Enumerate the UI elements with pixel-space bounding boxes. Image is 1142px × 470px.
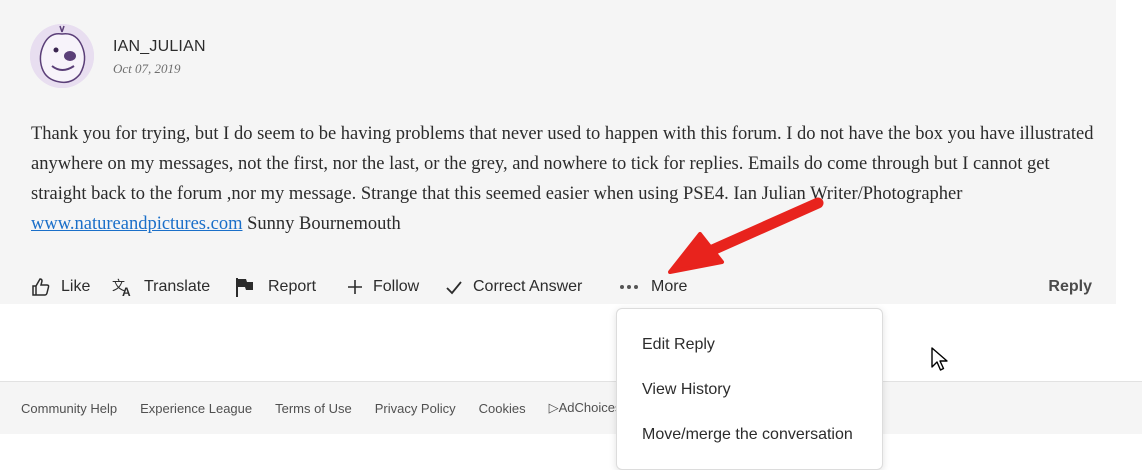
- footer-links: Community Help Experience League Terms o…: [21, 382, 644, 434]
- plus-icon: [348, 280, 362, 294]
- footer-link-cookies[interactable]: Cookies: [479, 401, 526, 416]
- more-label: More: [651, 278, 688, 295]
- more-dropdown-menu: Edit Reply View History Move/merge the c…: [616, 308, 883, 470]
- post-actions: Like 文A Translate Report Follow Correct …: [0, 270, 1116, 304]
- menu-item-edit-reply[interactable]: Edit Reply: [642, 336, 715, 354]
- like-label: Like: [61, 278, 91, 295]
- thumbs-up-icon: [32, 278, 50, 296]
- post-body-tail: Sunny Bournemouth: [242, 214, 401, 234]
- report-button[interactable]: Report: [234, 270, 316, 304]
- mouse-pointer-icon: [931, 347, 948, 371]
- reply-button[interactable]: Reply: [1048, 270, 1092, 304]
- svg-text:A: A: [122, 285, 131, 297]
- forum-post: IAN_JULIAN Oct 07, 2019 Thank you for tr…: [0, 0, 1116, 304]
- dog-avatar-icon: [30, 24, 94, 88]
- post-body: Thank you for trying, but I do seem to b…: [31, 119, 1101, 239]
- ellipsis-icon: [620, 285, 638, 289]
- footer-link-adchoices[interactable]: ▷AdChoices: [549, 400, 622, 416]
- report-label: Report: [268, 278, 317, 295]
- menu-item-move-merge[interactable]: Move/merge the conversation: [642, 426, 853, 444]
- like-button[interactable]: Like: [31, 270, 90, 304]
- translate-icon: 文A: [112, 278, 131, 297]
- footer-link-terms[interactable]: Terms of Use: [275, 401, 352, 416]
- footer-link-privacy[interactable]: Privacy Policy: [375, 401, 456, 416]
- follow-label: Follow: [373, 278, 420, 295]
- menu-item-view-history[interactable]: View History: [642, 381, 731, 399]
- avatar[interactable]: [30, 24, 94, 88]
- translate-button[interactable]: 文A Translate: [112, 270, 210, 304]
- author-name[interactable]: IAN_JULIAN: [113, 38, 206, 56]
- correct-answer-button[interactable]: Correct Answer: [445, 270, 582, 304]
- more-button[interactable]: More: [619, 270, 687, 304]
- checkmark-icon: [446, 281, 462, 295]
- post-date: Oct 07, 2019: [113, 61, 181, 76]
- follow-button[interactable]: Follow: [347, 270, 419, 304]
- correct-answer-label: Correct Answer: [473, 278, 583, 295]
- flag-icon: [236, 278, 253, 297]
- website-link[interactable]: www.natureandpictures.com: [31, 214, 242, 234]
- footer: Community Help Experience League Terms o…: [0, 381, 1142, 434]
- footer-link-community-help[interactable]: Community Help: [21, 401, 117, 416]
- translate-label: Translate: [144, 278, 211, 295]
- post-body-text: Thank you for trying, but I do seem to b…: [31, 124, 1094, 204]
- footer-link-experience-league[interactable]: Experience League: [140, 401, 252, 416]
